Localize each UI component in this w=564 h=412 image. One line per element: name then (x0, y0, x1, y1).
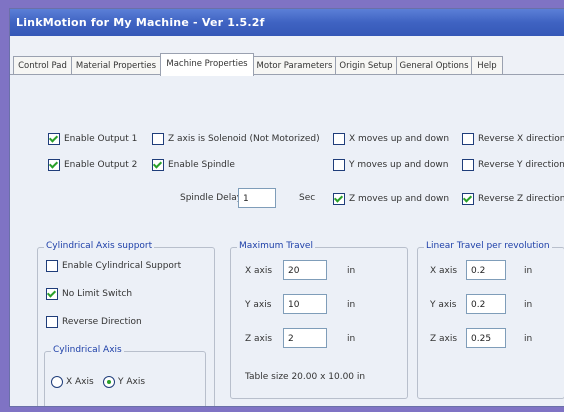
lin-z-unit: in (524, 334, 533, 344)
check-icon (48, 159, 60, 171)
y-moves-up-down-checkbox[interactable]: Y moves up and down (333, 159, 448, 171)
reverse-direction-checkbox[interactable]: Reverse Direction (46, 316, 142, 328)
no-limit-switch-checkbox[interactable]: No Limit Switch (46, 288, 132, 300)
checkbox-icon (462, 159, 474, 171)
spindle-delay-label: Spindle Delay (180, 193, 243, 203)
maximum-travel-group: Maximum Travel X axis 20 in Y axis 10 in… (230, 241, 408, 399)
check-icon (333, 193, 345, 205)
cylindrical-axis-subgroup-title: Cylindrical Axis (51, 345, 124, 355)
enable-cylindrical-support-checkbox[interactable]: Enable Cylindrical Support (46, 260, 181, 272)
app-window: LinkMotion for My Machine - Ver 1.5.2f C… (9, 8, 564, 407)
lin-y-label: Y axis (430, 300, 457, 310)
checkbox-icon (333, 133, 345, 145)
cylindrical-axis-group-title: Cylindrical Axis support (44, 241, 155, 251)
lin-z-input[interactable]: 0.25 (466, 328, 506, 348)
max-y-unit: in (347, 300, 356, 310)
reverse-z-checkbox[interactable]: Reverse Z direction (462, 193, 564, 205)
max-y-label: Y axis (245, 300, 272, 310)
max-x-input[interactable]: 20 (283, 260, 327, 280)
machine-properties-pane: Enable Output 1 Enable Output 2 Z axis i… (10, 75, 564, 406)
tab-origin-setup[interactable]: Origin Setup (335, 56, 397, 75)
max-z-input[interactable]: 2 (283, 328, 327, 348)
max-y-input[interactable]: 10 (283, 294, 327, 314)
tab-control-pad[interactable]: Control Pad (13, 56, 72, 75)
lin-y-unit: in (524, 300, 533, 310)
linear-travel-group: Linear Travel per revolution X axis 0.2 … (417, 241, 564, 399)
check-icon (46, 288, 58, 300)
lin-y-input[interactable]: 0.2 (466, 294, 506, 314)
max-z-unit: in (347, 334, 356, 344)
linear-travel-title: Linear Travel per revolution (424, 241, 552, 251)
tab-material-properties[interactable]: Material Properties (71, 56, 161, 75)
lin-x-label: X axis (430, 266, 458, 276)
x-axis-radio[interactable]: X Axis (51, 376, 94, 388)
check-icon (48, 133, 60, 145)
radio-icon (51, 376, 63, 388)
z-moves-up-down-checkbox[interactable]: Z moves up and down (333, 193, 449, 205)
reverse-y-checkbox[interactable]: Reverse Y direction (462, 159, 564, 171)
enable-spindle-checkbox[interactable]: Enable Spindle (152, 159, 235, 171)
x-moves-up-down-checkbox[interactable]: X moves up and down (333, 133, 449, 145)
check-icon (462, 193, 474, 205)
enable-output-1-checkbox[interactable]: Enable Output 1 (48, 133, 137, 145)
check-icon (152, 159, 164, 171)
lin-z-label: Z axis (430, 334, 458, 344)
max-z-label: Z axis (245, 334, 273, 344)
tab-motor-parameters[interactable]: Motor Parameters (253, 56, 336, 75)
checkbox-icon (46, 316, 58, 328)
lin-x-input[interactable]: 0.2 (466, 260, 506, 280)
cylindrical-axis-group: Cylindrical Axis support Enable Cylindri… (37, 241, 215, 406)
spindle-delay-unit: Sec (299, 193, 316, 203)
window-title: LinkMotion for My Machine - Ver 1.5.2f (16, 16, 265, 29)
tab-machine-properties[interactable]: Machine Properties (160, 53, 254, 76)
lin-x-unit: in (524, 266, 533, 276)
z-axis-solenoid-checkbox[interactable]: Z axis is Solenoid (Not Motorized) (152, 133, 320, 145)
checkbox-icon (152, 133, 164, 145)
y-axis-radio[interactable]: Y Axis (103, 376, 145, 388)
cylindrical-axis-subgroup: Cylindrical Axis X Axis Y Axis (44, 345, 206, 406)
max-x-unit: in (347, 266, 356, 276)
maximum-travel-title: Maximum Travel (237, 241, 315, 251)
tab-help[interactable]: Help (471, 56, 503, 75)
title-bar: LinkMotion for My Machine - Ver 1.5.2f (10, 9, 564, 36)
spindle-delay-input[interactable]: 1 (238, 188, 276, 208)
checkbox-icon (462, 133, 474, 145)
max-x-label: X axis (245, 266, 273, 276)
tab-strip: Control Pad Material Properties Machine … (10, 53, 564, 76)
radio-selected-icon (103, 376, 115, 388)
checkbox-icon (333, 159, 345, 171)
enable-output-2-checkbox[interactable]: Enable Output 2 (48, 159, 137, 171)
checkbox-icon (46, 260, 58, 272)
tab-general-options[interactable]: General Options (396, 56, 472, 75)
reverse-x-checkbox[interactable]: Reverse X direction (462, 133, 564, 145)
table-size-text: Table size 20.00 x 10.00 in (245, 372, 366, 382)
